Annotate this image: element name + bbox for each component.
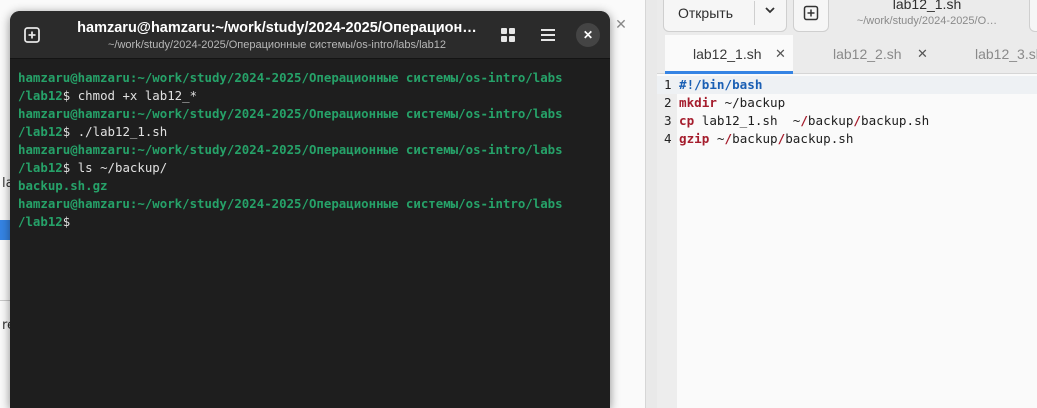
divider [754, 1, 755, 25]
code-line: 4 gzip ~/backup/backup.sh [657, 130, 1037, 148]
prompt-user: hamzaru@hamzaru [18, 142, 130, 157]
code-line: 2 mkdir ~/backup [657, 94, 1037, 112]
terminal-subtitle: ~/work/study/2024-2025/Операционные сист… [107, 39, 446, 51]
new-tab-icon [24, 27, 40, 43]
open-button-label: Открыть [678, 5, 733, 21]
prompt-path: /lab12 [18, 214, 63, 229]
command-line: /lab12$ chmod +x lab12_* [18, 87, 610, 105]
code-token: backup [807, 113, 854, 128]
code-token: / [800, 113, 808, 128]
command-text: chmod +x lab12_* [77, 88, 198, 103]
code-text: mkdir ~/backup [679, 94, 785, 112]
line-number: 3 [664, 113, 672, 128]
code-text: gzip ~/backup/backup.sh [679, 130, 853, 148]
close-icon: ✕ [582, 28, 594, 42]
tab-label: lab12_1.sh [693, 46, 762, 62]
prompt-dollar: $ [62, 214, 71, 229]
code-token: lab12_1.sh ~ [694, 113, 801, 128]
close-button[interactable]: ✕ [576, 23, 600, 47]
new-document-button[interactable] [793, 0, 829, 32]
prompt-dollar: $ [62, 124, 78, 139]
command-line: /lab12$ ./lab12_1.sh [18, 123, 610, 141]
open-button[interactable]: Открыть [663, 0, 787, 32]
tab-label: lab12_2.sh [833, 46, 902, 62]
new-tab-button[interactable] [20, 23, 44, 47]
command-line: /lab12$ ls ~/backup/ [18, 159, 610, 177]
prompt-path: ~/work/study/2024-2025/Операционные сист… [137, 106, 563, 121]
code-token: backup.sh [785, 131, 854, 146]
prompt-user: hamzaru@hamzaru [18, 196, 130, 211]
prompt-dollar: $ [62, 88, 78, 103]
line-number: 1 [664, 77, 672, 92]
command-line: /lab12$ [18, 213, 610, 231]
editor-headerbar: Открыть lab12_1.sh ~/work/study/2024-202… [657, 0, 1037, 35]
tab-lab12-2[interactable]: lab12_2.sh ✕ [807, 35, 949, 73]
code-token: cp [679, 113, 695, 128]
tab-label: lab12_3.sh [975, 46, 1037, 62]
code-token: backup [732, 131, 778, 146]
code-token: ~ [709, 131, 725, 146]
tab-bar: lab12_1.sh ✕ lab12_2.sh ✕ lab12_3.sh [657, 35, 1037, 74]
tab-lab12-1[interactable]: lab12_1.sh ✕ [665, 35, 793, 74]
close-icon[interactable]: ✕ [917, 46, 928, 62]
code-line: 1 #!/bin/bash [657, 76, 1037, 94]
menu-button[interactable] [536, 23, 560, 47]
chevron-down-icon[interactable] [764, 4, 776, 19]
document-title: lab12_1.sh [892, 0, 962, 12]
hamburger-icon [541, 29, 555, 41]
prompt-path: /lab12 [18, 160, 63, 175]
prompt-path: /lab12 [18, 88, 63, 103]
prompt-path: ~/work/study/2024-2025/Операционные сист… [137, 70, 563, 85]
terminal-window[interactable]: hamzaru@hamzaru:~/work/study/2024-2025/О… [10, 11, 610, 408]
terminal-title: hamzaru@hamzaru:~/work/study/2024-2025/О… [77, 20, 477, 36]
code-token: ~/backup [716, 95, 786, 110]
divider [0, 300, 10, 301]
prompt-line: hamzaru@hamzaru:~/work/study/2024-2025/О… [18, 141, 610, 159]
tab-overview-button[interactable] [496, 23, 520, 47]
tab-lab12-3[interactable]: lab12_3.sh [957, 35, 1037, 73]
output-text: backup.sh.gz [18, 178, 108, 193]
code-token: backup.sh [861, 113, 930, 128]
text-editor-window[interactable]: Открыть lab12_1.sh ~/work/study/2024-202… [657, 0, 1037, 408]
code-token: mkdir [679, 95, 717, 110]
command-text: ls ~/backup/ [77, 160, 168, 175]
code-token: / [724, 131, 733, 146]
terminal-headerbar: hamzaru@hamzaru:~/work/study/2024-2025/О… [10, 11, 610, 59]
prompt-user: hamzaru@hamzaru [18, 70, 130, 85]
line-number: 4 [664, 131, 672, 146]
prompt-line: hamzaru@hamzaru:~/work/study/2024-2025/О… [18, 105, 610, 123]
new-tab-icon [803, 5, 819, 21]
terminal-output[interactable]: hamzaru@hamzaru:~/work/study/2024-2025/О… [10, 59, 610, 231]
prompt-path: ~/work/study/2024-2025/Операционные сист… [137, 142, 563, 157]
code-line: 3 cp lab12_1.sh ~/backup/backup.sh [657, 112, 1037, 130]
line-number: 2 [664, 95, 672, 110]
document-path: ~/work/study/2024-2025/О… [856, 15, 998, 27]
close-icon[interactable]: ✕ [775, 46, 786, 62]
output-line: backup.sh.gz [18, 177, 610, 195]
prompt-dollar: $ [62, 160, 78, 175]
window-divider [645, 0, 657, 408]
prompt-line: hamzaru@hamzaru:~/work/study/2024-2025/О… [18, 195, 610, 213]
code-token: #!/bin/bash [679, 77, 763, 92]
code-token: gzip [679, 131, 710, 146]
close-icon[interactable]: ✕ [613, 16, 629, 32]
code-token: / [853, 113, 862, 128]
prompt-user: hamzaru@hamzaru [18, 106, 130, 121]
menu-button[interactable] [1029, 0, 1037, 32]
code-text: #!/bin/bash [679, 76, 762, 94]
prompt-line: hamzaru@hamzaru:~/work/study/2024-2025/О… [18, 69, 610, 87]
selected-row-indicator [0, 220, 10, 240]
code-text: cp lab12_1.sh ~/backup/backup.sh [679, 112, 929, 130]
command-text: ./lab12_1.sh [77, 124, 168, 139]
grid-icon [501, 28, 515, 42]
prompt-path: /lab12 [18, 124, 63, 139]
prompt-path: ~/work/study/2024-2025/Операционные сист… [137, 196, 563, 211]
